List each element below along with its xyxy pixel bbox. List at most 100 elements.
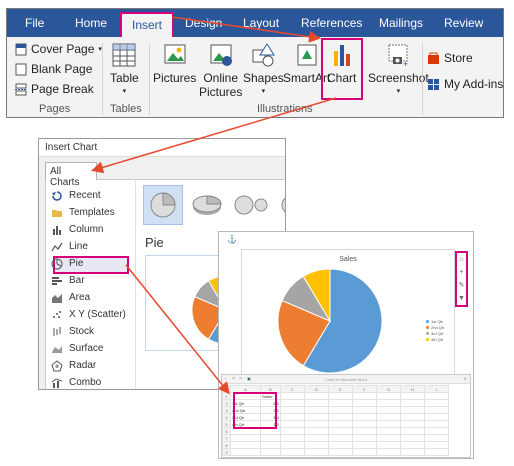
sheet-cell[interactable] [424, 413, 449, 421]
tab-all-charts[interactable]: All Charts [45, 162, 97, 188]
sheet-cell[interactable] [230, 441, 261, 449]
chart-type-combo[interactable]: Combo [51, 374, 131, 389]
sheet-cell[interactable] [280, 420, 305, 428]
my-addins-button[interactable]: My Add-ins [427, 77, 503, 91]
sheet-cell[interactable] [280, 441, 305, 449]
sheet-cell[interactable] [280, 413, 305, 421]
cover-page-button[interactable]: Cover Page ▾ [15, 42, 102, 56]
pictures-button[interactable]: Pictures [153, 41, 196, 85]
chart-type-stock[interactable]: Stock [51, 323, 131, 340]
sheet-cell[interactable] [280, 427, 305, 435]
sheet-cell[interactable] [280, 448, 305, 456]
sheet-cell[interactable] [424, 392, 449, 400]
sheet-cell[interactable] [304, 448, 329, 456]
layout-options-icon[interactable]: ⌂ [459, 256, 463, 263]
chart-type-pie[interactable]: Pie [51, 255, 131, 272]
sheet-cell[interactable] [352, 399, 377, 407]
sheet-cell[interactable] [328, 427, 353, 435]
blank-page-button[interactable]: Blank Page [15, 62, 92, 76]
tab-home[interactable]: Home [75, 16, 107, 30]
column-header[interactable]: E [328, 385, 353, 393]
online-pictures-button[interactable]: Online Pictures [199, 41, 242, 99]
sheet-cell[interactable] [424, 434, 449, 442]
sheet-cell[interactable] [400, 427, 425, 435]
sheet-cell[interactable] [424, 427, 449, 435]
column-header[interactable]: C [280, 385, 305, 393]
sheet-cell[interactable] [400, 406, 425, 414]
sheet-cell[interactable] [304, 392, 329, 400]
screenshot-button[interactable]: + Screenshot ▾ [368, 41, 429, 99]
page-break-button[interactable]: Page Break [15, 82, 94, 96]
tab-insert[interactable]: Insert [120, 12, 175, 37]
sheet-cell[interactable] [400, 434, 425, 442]
bar-of-pie-subtype-thumb[interactable] [271, 185, 285, 225]
sheet-cell[interactable] [400, 420, 425, 428]
row-header[interactable]: 9 [222, 448, 231, 456]
sheet-cell[interactable] [352, 392, 377, 400]
sheet-cell[interactable] [352, 448, 377, 456]
sheet-cell[interactable] [376, 441, 401, 449]
row-header[interactable]: 5 [222, 420, 231, 428]
sheet-cell[interactable] [304, 413, 329, 421]
sheet-cell[interactable] [400, 392, 425, 400]
sheet-cell[interactable] [352, 406, 377, 414]
chart-area[interactable]: Sales 1st Qtr 2nd Qtr 3rd Qtr 4th Qtr [241, 249, 455, 377]
sheet-cell[interactable] [304, 406, 329, 414]
row-header[interactable]: 4 [222, 413, 231, 421]
column-header[interactable]: F [352, 385, 377, 393]
sheet-cell[interactable] [376, 413, 401, 421]
sheet-cell[interactable] [376, 420, 401, 428]
sheet-cell[interactable] [424, 406, 449, 414]
sheet-cell[interactable] [328, 413, 353, 421]
sheet-cell[interactable] [400, 441, 425, 449]
sheet-cell[interactable] [304, 420, 329, 428]
sheet-cell[interactable] [400, 413, 425, 421]
sheet-cell[interactable] [230, 448, 261, 456]
pie-subtype-thumb[interactable] [143, 185, 183, 225]
chart-elements-icon[interactable]: + [459, 269, 463, 276]
sheet-cell[interactable] [230, 434, 261, 442]
sheet-cell[interactable] [328, 448, 353, 456]
chart-type-area[interactable]: Area [51, 289, 131, 306]
sheet-cell[interactable] [260, 441, 281, 449]
sheet-cell[interactable] [400, 448, 425, 456]
sheet-cell[interactable] [424, 420, 449, 428]
tab-file[interactable]: File [25, 16, 44, 30]
sheet-cell[interactable] [376, 434, 401, 442]
sheet-cell[interactable] [328, 441, 353, 449]
shapes-button[interactable]: Shapes ▾ [243, 41, 284, 99]
sheet-cell[interactable] [280, 399, 305, 407]
column-header[interactable]: G [376, 385, 401, 393]
sheet-cell[interactable] [260, 448, 281, 456]
chart-type-line[interactable]: Line [51, 238, 131, 255]
sheet-cell[interactable] [424, 441, 449, 449]
chart-styles-icon[interactable]: ✎ [459, 282, 465, 289]
sheet-cell[interactable] [352, 441, 377, 449]
sheet-cell[interactable] [352, 420, 377, 428]
tab-references[interactable]: References [301, 16, 362, 30]
sheet-cell[interactable] [328, 392, 353, 400]
chart-type-surface[interactable]: Surface [51, 340, 131, 357]
pie-of-pie-subtype-thumb[interactable] [231, 185, 271, 225]
chart-type-column[interactable]: Column [51, 221, 131, 238]
chart-type-bar[interactable]: Bar [51, 272, 131, 289]
sheet-cell[interactable] [424, 399, 449, 407]
sheet-cell[interactable] [328, 434, 353, 442]
sheet-cell[interactable] [328, 420, 353, 428]
sheet-cell[interactable] [376, 399, 401, 407]
row-header[interactable]: 2 [222, 399, 231, 407]
row-header[interactable]: 7 [222, 434, 231, 442]
row-header[interactable]: 3 [222, 406, 231, 414]
row-header[interactable]: 8 [222, 441, 231, 449]
sheet-cell[interactable] [260, 434, 281, 442]
column-header[interactable]: D [304, 385, 329, 393]
chart-type-scatter[interactable]: X Y (Scatter) [51, 306, 131, 323]
sheet-cell[interactable] [376, 406, 401, 414]
sheet-cell[interactable] [280, 392, 305, 400]
sheet-cell[interactable] [352, 427, 377, 435]
sheet-cell[interactable] [376, 427, 401, 435]
sheet-cell[interactable] [424, 448, 449, 456]
close-icon[interactable]: ✕ [464, 376, 467, 381]
tab-review[interactable]: Review [444, 16, 483, 30]
tab-design[interactable]: Design [185, 16, 222, 30]
